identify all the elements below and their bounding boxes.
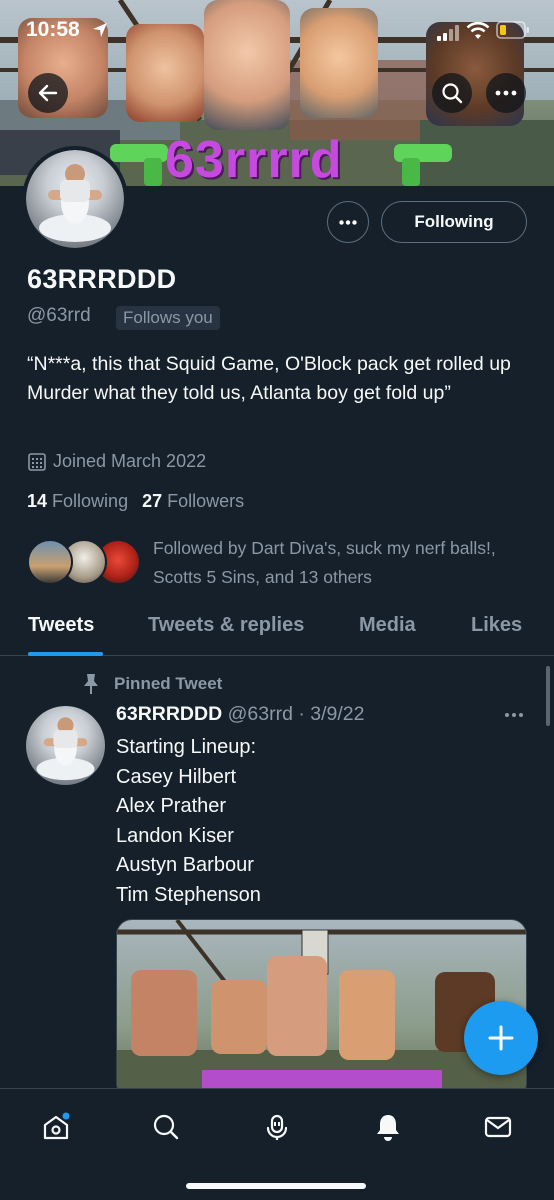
mail-icon [484, 1116, 512, 1138]
tab-tweets-and-replies[interactable]: Tweets & replies [148, 614, 304, 637]
tweet-line: Tim Stephenson [116, 883, 261, 906]
profile-handle: @63rrd [27, 305, 91, 326]
tweet-media-graphic [117, 920, 526, 1098]
battery-low-icon [496, 21, 529, 39]
tweet-line: Landon Kiser [116, 824, 234, 847]
nav-home[interactable] [36, 1107, 76, 1147]
tweet-header: 63RRRDDD @63rrd · 3/9/22 [116, 703, 364, 726]
more-horizontal-icon [339, 219, 357, 225]
following-button[interactable]: Following [381, 201, 527, 243]
following-label: Following [52, 491, 129, 511]
tweet-media-image[interactable] [116, 919, 527, 1099]
tab-media[interactable]: Media [359, 614, 416, 637]
calendar-icon [28, 452, 46, 471]
followed-by-row[interactable]: Followed by Dart Diva's, suck my nerf ba… [27, 534, 527, 590]
profile-avatar[interactable] [22, 146, 128, 252]
joined-date: Joined March 2022 [27, 451, 206, 472]
tweet-line: Starting Lineup: [116, 736, 257, 758]
tweet-line: Alex Prather [116, 795, 227, 817]
follows-you-badge: Follows you [116, 306, 220, 330]
pin-icon [84, 674, 98, 694]
follow-counts: 14 Following 27 Followers [27, 491, 244, 512]
followers-count-link[interactable]: 27 Followers [142, 491, 244, 511]
nav-spaces[interactable] [257, 1107, 297, 1147]
following-count-link[interactable]: 14 Following [27, 491, 128, 511]
profile-more-button[interactable] [327, 201, 369, 243]
home-icon [43, 1112, 70, 1140]
avatar-photo [26, 150, 124, 248]
overflow-menu-button[interactable] [486, 73, 526, 113]
pinned-tweet-label: Pinned Tweet [82, 673, 222, 695]
more-horizontal-icon [495, 90, 517, 96]
nav-notifications[interactable] [368, 1107, 408, 1147]
back-button[interactable] [28, 73, 68, 113]
search-icon [153, 1114, 179, 1140]
avatar-figure-graphic [39, 164, 111, 242]
compose-tweet-button[interactable] [464, 1001, 538, 1075]
followers-count: 27 [142, 491, 163, 511]
profile-name: 63RRRDDD [27, 264, 177, 294]
followed-by-text: Followed by Dart Diva's, suck my nerf ba… [153, 538, 496, 587]
tweet-line: Casey Hilbert [116, 765, 237, 788]
tweet-author-name[interactable]: 63RRRDDD [116, 703, 222, 725]
spaces-microphone-icon [266, 1114, 288, 1140]
tweet-more-icon[interactable] [504, 712, 524, 718]
profile-tabs: Tweets Tweets & replies Media Likes [0, 604, 554, 656]
home-indicator[interactable] [186, 1183, 366, 1189]
scrollbar[interactable] [546, 666, 550, 726]
tweet-author-avatar[interactable] [26, 706, 105, 785]
banner-water-gun-right [394, 144, 452, 186]
tab-tweets[interactable]: Tweets [28, 614, 94, 637]
following-count: 14 [27, 491, 48, 511]
tweet-handle-date: @63rrd · 3/9/22 [227, 703, 365, 725]
active-tab-indicator [28, 652, 103, 656]
search-icon [442, 83, 463, 104]
plus-icon [488, 1025, 514, 1051]
pinned-tweet-text: Pinned Tweet [114, 674, 223, 693]
nav-search[interactable] [146, 1107, 186, 1147]
location-arrow-icon [93, 23, 107, 37]
avatar-figure-graphic [36, 717, 95, 781]
wifi-icon [466, 21, 490, 39]
banner-title-text: 63rrrrd [165, 131, 343, 186]
tab-likes[interactable]: Likes [471, 614, 522, 637]
profile-bio: “N***a, this that Squid Game, O'Block pa… [27, 353, 511, 404]
arrow-left-icon [38, 84, 58, 102]
cellular-signal-icon [437, 25, 459, 41]
followers-label: Followers [167, 491, 245, 511]
status-time: 10:58 [26, 18, 80, 41]
status-bar: 10:58 [0, 0, 554, 62]
tweet-line: Austyn Barbour [116, 854, 254, 876]
tweet-text: Starting Lineup: Casey Hilbert Alex Prat… [116, 733, 261, 910]
bell-icon [377, 1115, 399, 1141]
joined-date-text: Joined March 2022 [53, 451, 207, 471]
follower-avatar-1 [27, 539, 73, 585]
search-button[interactable] [432, 73, 472, 113]
nav-messages[interactable] [478, 1107, 518, 1147]
